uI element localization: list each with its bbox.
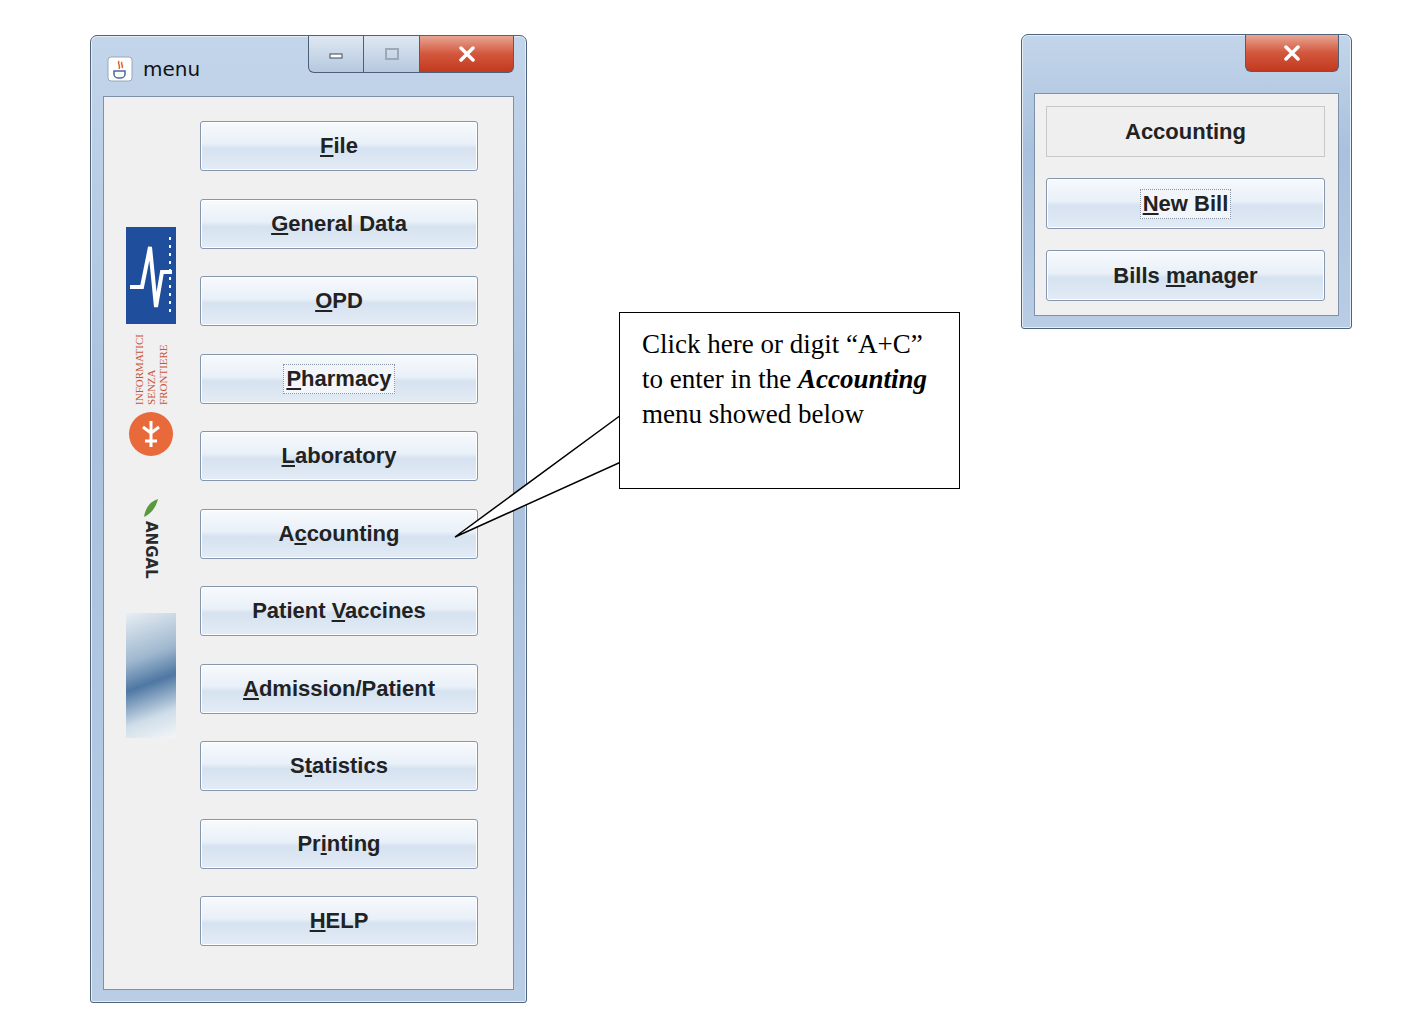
menu-button[interactable]: Printing [200, 819, 478, 869]
menu-button[interactable]: OPD [200, 276, 478, 326]
menu-button[interactable]: Pharmacy [200, 354, 478, 404]
accounting-button[interactable]: New Bill [1046, 178, 1325, 229]
button-label: Laboratory [279, 441, 400, 471]
menu-button[interactable]: Accounting [200, 509, 478, 559]
isf-circle-logo-icon [128, 411, 174, 457]
accounting-panel: Accounting New Bill Bills manager [1034, 93, 1339, 316]
button-label: OPD [312, 286, 366, 316]
maximize-button[interactable] [364, 36, 420, 73]
isf-logo: INFORMATICISENZAFRONTIERE [126, 334, 176, 457]
menu-button[interactable]: General Data [200, 199, 478, 249]
accounting-heading: Accounting [1046, 106, 1325, 157]
angal-text: ANGAL [142, 521, 160, 579]
accounting-button[interactable]: Bills manager [1046, 250, 1325, 301]
button-label: Statistics [287, 751, 391, 781]
button-label: Pharmacy [283, 364, 394, 394]
isf-text: INFORMATICISENZAFRONTIERE [133, 334, 169, 405]
java-cup-icon [107, 56, 133, 82]
title-bar[interactable]: menu [103, 36, 514, 96]
desktop: menu INFORMATICISENZAFRONTIERE ANGAL File Ge… [0, 0, 1420, 1028]
button-label: Admission/Patient [240, 674, 438, 704]
window-controls [308, 36, 514, 73]
close-button[interactable] [420, 36, 514, 73]
menu-buttons: File General Data OPD Pharmacy Laboratory Acc… [200, 121, 478, 946]
maximize-icon [384, 47, 400, 61]
close-icon [457, 46, 477, 62]
menu-button[interactable]: Statistics [200, 741, 478, 791]
button-label: Printing [294, 829, 383, 859]
menu-button[interactable]: Patient Vaccines [200, 586, 478, 636]
leaf-icon [142, 497, 160, 519]
menu-window: menu INFORMATICISENZAFRONTIERE ANGAL File Ge… [90, 35, 527, 1003]
button-label: Accounting [275, 519, 402, 549]
button-label: New Bill [1140, 189, 1232, 219]
window-controls [1245, 35, 1339, 72]
button-label: HELP [307, 906, 372, 936]
button-label: Bills manager [1110, 261, 1260, 291]
menu-button[interactable]: HELP [200, 896, 478, 946]
button-label: General Data [268, 209, 410, 239]
angal-logo: ANGAL [142, 497, 160, 579]
photo-logo [126, 613, 176, 738]
menu-button[interactable]: File [200, 121, 478, 171]
minimize-icon [328, 49, 344, 59]
window-title: menu [143, 57, 200, 81]
menu-button[interactable]: Admission/Patient [200, 664, 478, 714]
close-icon [1282, 45, 1302, 61]
logo-sidebar: INFORMATICISENZAFRONTIERE ANGAL [126, 227, 176, 738]
title-bar[interactable] [1034, 35, 1339, 93]
close-button[interactable] [1245, 35, 1339, 72]
menu-panel: INFORMATICISENZAFRONTIERE ANGAL File Genera… [103, 96, 514, 990]
accounting-window: Accounting New Bill Bills manager [1021, 34, 1352, 329]
button-label: Patient Vaccines [249, 596, 429, 626]
minimize-button[interactable] [308, 36, 364, 73]
menu-button[interactable]: Laboratory [200, 431, 478, 481]
callout: Click here or digit “A+C” to enter in th… [619, 312, 960, 489]
heartbeat-logo-icon [126, 227, 176, 324]
button-label: File [317, 131, 361, 161]
